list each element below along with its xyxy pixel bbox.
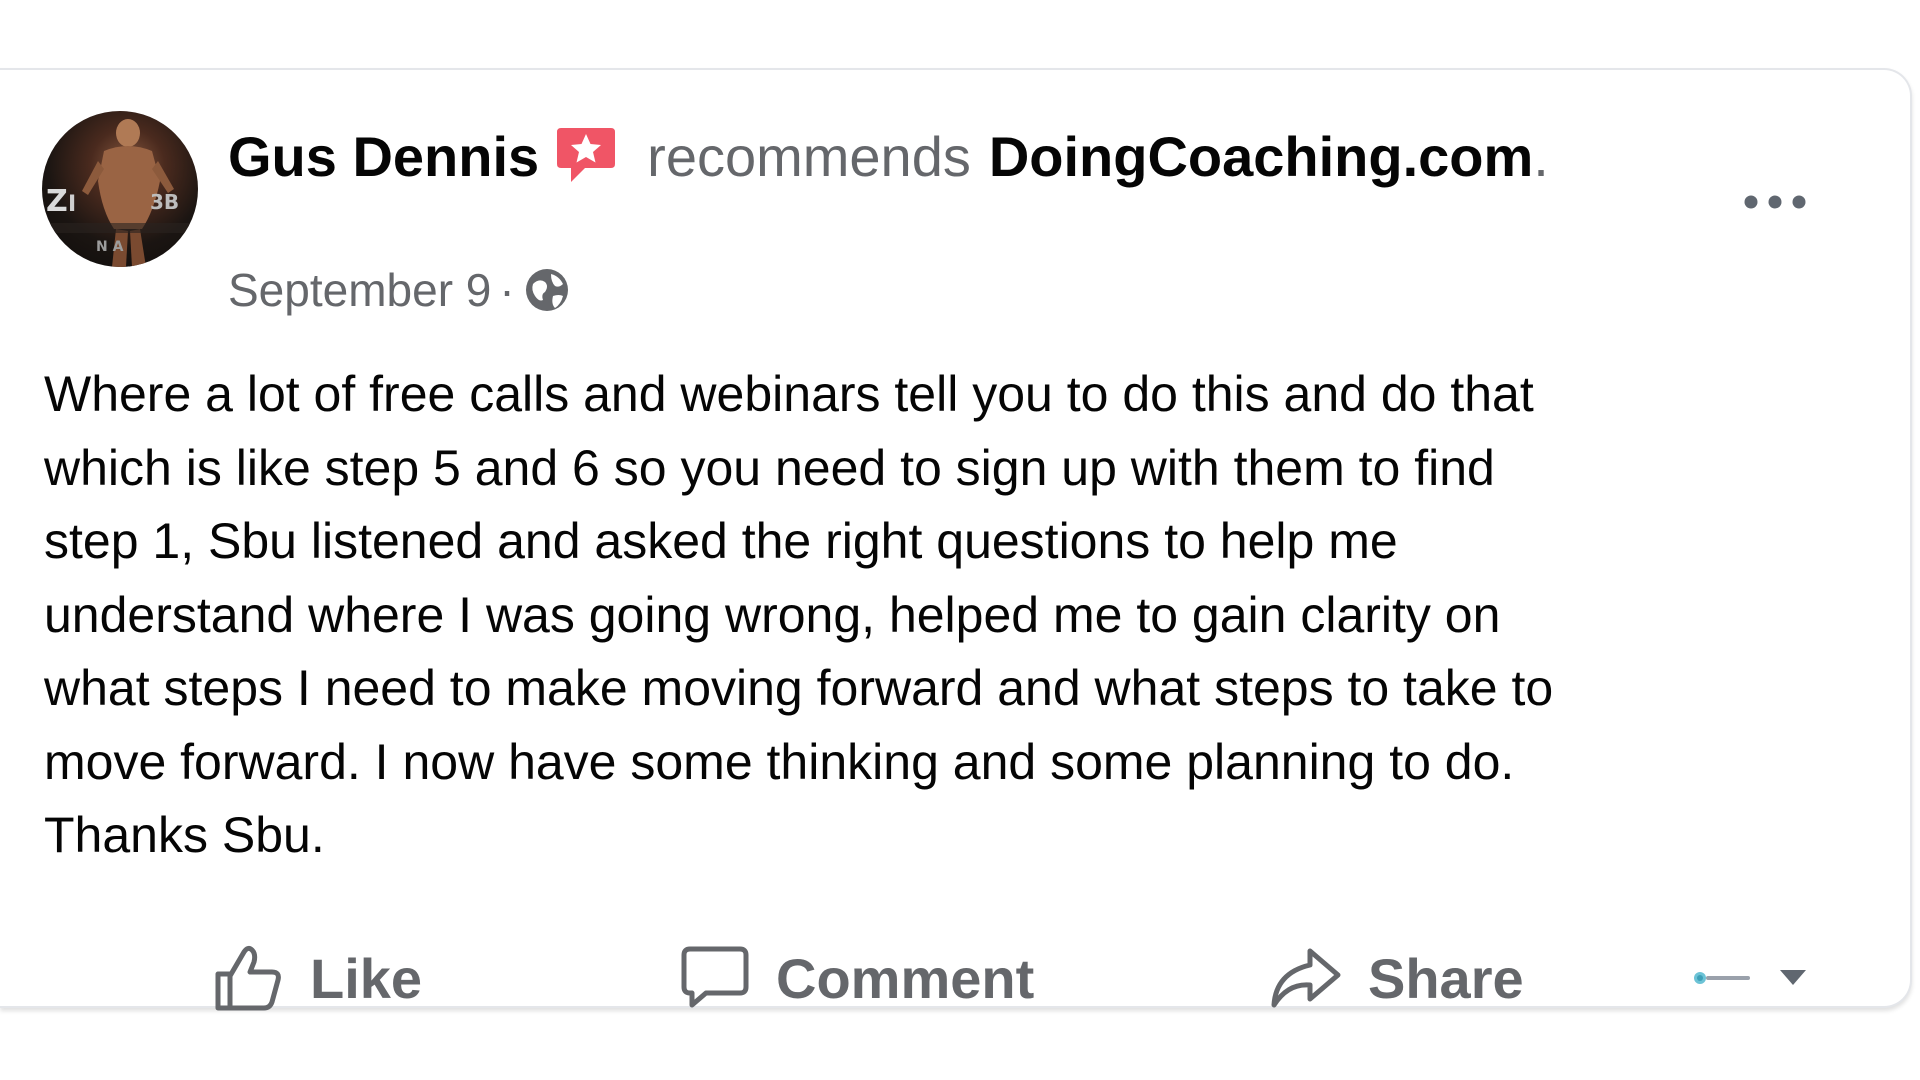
thumbs-up-icon [215, 945, 281, 1011]
audience-selector-icon [1694, 970, 1806, 985]
globe-icon[interactable] [523, 266, 571, 314]
comment-button[interactable]: Comment [680, 928, 1034, 1028]
svg-text:3B: 3B [150, 190, 179, 214]
avatar-photo: Z I 3B N A [42, 119, 198, 267]
comment-bubble-icon [681, 946, 749, 1008]
recommends-text: recommends [647, 124, 971, 188]
post-body-line: which is like step 5 and 6 so you need t… [44, 439, 1495, 496]
svg-text:Z: Z [46, 184, 68, 219]
author-name[interactable]: Gus Dennis [228, 124, 539, 189]
post-body-line: Where a lot of free calls and webinars t… [44, 366, 1534, 422]
post-date[interactable]: September 9 [228, 263, 491, 317]
share-label: Share [1368, 946, 1524, 1010]
page: Z I 3B N A Gus Dennis recommends DoingCo… [0, 0, 1920, 1080]
post-body-line: step 1, Sbu listened and asked the right… [44, 513, 1398, 569]
post-body-line: understand where I was going wrong, help… [44, 586, 1501, 643]
post-header: Gus Dennis recommends DoingCoaching.com … [228, 120, 1549, 192]
recommendation-post-card: Z I 3B N A Gus Dennis recommends DoingCo… [0, 68, 1912, 1011]
more-options-icon [1744, 195, 1806, 209]
audience-selector-button[interactable] [1692, 948, 1822, 1008]
recommended-page-link[interactable]: DoingCoaching.com [989, 124, 1533, 189]
post-body-line: what steps I need to make moving forward… [44, 660, 1554, 716]
author-avatar[interactable]: Z I 3B N A [42, 111, 198, 267]
svg-text:N A: N A [96, 239, 124, 255]
share-arrow-icon [1271, 948, 1341, 1008]
share-button[interactable]: Share [1270, 928, 1524, 1028]
svg-text:I: I [68, 192, 76, 217]
like-label: Like [310, 946, 423, 1010]
post-body-line: move forward. I now have some thinking a… [44, 733, 1515, 790]
post-action-bar: Like Comment Share [0, 928, 1912, 1028]
recommendation-badge-icon [555, 124, 617, 188]
more-options-button[interactable] [1730, 172, 1820, 232]
like-button[interactable]: Like [212, 928, 422, 1028]
meta-separator: · [499, 264, 515, 316]
post-meta: September 9 · [228, 260, 571, 320]
post-body-line: Thanks Sbu. [44, 807, 325, 863]
header-period: . [1533, 124, 1549, 188]
comment-label: Comment [776, 946, 1035, 1010]
post-body-text: Where a lot of free calls and webinars t… [44, 358, 1844, 873]
